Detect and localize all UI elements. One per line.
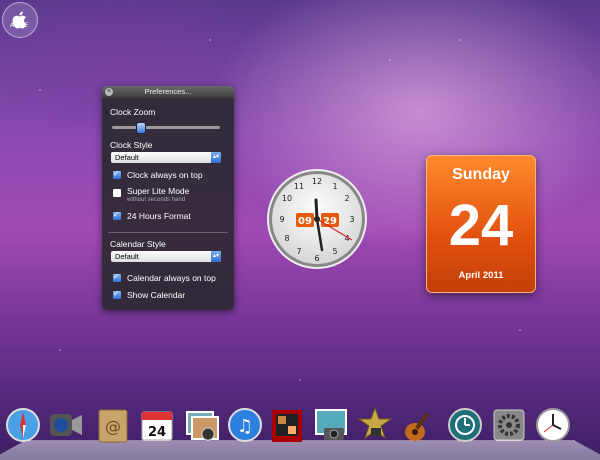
chevron-updown-icon: ▴▾ [211, 251, 221, 262]
clock-zoom-label: Clock Zoom [110, 107, 156, 117]
show-calendar-label: Show Calendar [127, 290, 186, 300]
safari-icon[interactable] [4, 404, 42, 446]
iphoto-icon[interactable] [312, 404, 350, 446]
time-machine-icon[interactable] [446, 404, 484, 446]
svg-text:3: 3 [349, 215, 354, 224]
clock-app-icon[interactable] [534, 404, 572, 446]
dock: @ 24 ♫ [0, 401, 600, 460]
photo-booth-icon[interactable] [268, 404, 306, 446]
svg-text:♫: ♫ [237, 416, 253, 437]
garageband-icon[interactable] [400, 404, 438, 446]
calendar-on-top-label: Calendar always on top [127, 273, 216, 283]
chevron-updown-icon: ▴▾ [211, 152, 221, 163]
apple-logo-icon [2, 2, 38, 38]
ical-date: 24 [148, 425, 166, 440]
svg-text:12: 12 [312, 177, 322, 186]
clock-hour-digits: 09 [298, 216, 312, 227]
clock-style-select[interactable]: Default ▴▾ [111, 152, 221, 163]
svg-text:1: 1 [332, 182, 337, 191]
calendar-day: Sunday [452, 166, 510, 183]
imovie-icon[interactable] [356, 404, 394, 446]
super-lite-sublabel: without seconds hand [127, 197, 186, 203]
hours24-label: 24 Hours Format [127, 211, 191, 221]
clock-minute-digits: 29 [323, 216, 337, 227]
super-lite-label: Super Lite Mode [127, 186, 190, 196]
calendar-style-value: Default [115, 252, 139, 261]
divider [108, 232, 228, 233]
preferences-title: Preferences... [144, 87, 192, 96]
svg-text:6: 6 [314, 254, 319, 263]
badge-text: APPLE [10, 22, 29, 29]
calendar-style-label: Calendar Style [110, 239, 166, 249]
hours24-checkbox[interactable] [113, 210, 121, 220]
preview-icon[interactable] [182, 404, 220, 446]
facetime-icon[interactable] [46, 404, 84, 446]
clock-style-label: Clock Style [110, 140, 153, 150]
svg-text:@: @ [105, 417, 121, 436]
calendar-widget[interactable]: Sunday 24 April 2011 [426, 155, 536, 293]
itunes-icon[interactable]: ♫ [226, 404, 264, 446]
svg-text:8: 8 [284, 234, 289, 243]
preferences-titlebar[interactable]: × Preferences... [102, 86, 234, 98]
clock-style-value: Default [115, 153, 139, 162]
svg-text:10: 10 [282, 194, 292, 203]
preferences-panel: × Preferences... Clock Zoom Clock Style … [102, 86, 234, 310]
show-calendar-checkbox[interactable] [113, 289, 121, 299]
calendar-date: 24 [448, 193, 514, 258]
svg-text:5: 5 [332, 247, 337, 256]
calendar-month: April 2011 [458, 270, 504, 281]
svg-text:9: 9 [279, 215, 284, 224]
svg-text:2: 2 [344, 194, 349, 203]
system-preferences-icon[interactable] [490, 404, 528, 446]
address-book-icon[interactable]: @ [94, 404, 132, 446]
super-lite-checkbox[interactable] [113, 189, 121, 197]
calendar-on-top-checkbox[interactable] [113, 272, 121, 282]
clock-widget[interactable]: 12 1 2 345 678 9 10 11 09 29 [266, 168, 368, 270]
clock-zoom-slider-thumb[interactable] [136, 122, 146, 134]
clock-on-top-checkbox[interactable] [113, 169, 121, 179]
ical-icon[interactable]: 24 [138, 404, 176, 446]
calendar-style-select[interactable]: Default ▴▾ [111, 251, 221, 262]
svg-text:11: 11 [294, 182, 304, 191]
svg-text:7: 7 [296, 247, 301, 256]
clock-zoom-slider[interactable] [112, 126, 220, 129]
clock-on-top-label: Clock always on top [127, 170, 203, 180]
